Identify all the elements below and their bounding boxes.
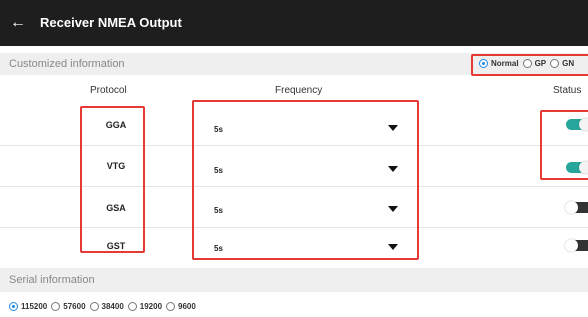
toggle-knob [565,239,578,252]
status-toggle[interactable] [565,201,588,214]
radio-baud-9600[interactable]: 9600 [166,302,196,311]
app-bar: ← Receiver NMEA Output [0,0,588,46]
highlight-box-status [540,110,588,180]
highlight-box-talker [471,54,588,76]
status-toggle[interactable] [565,239,588,252]
page-title: Receiver NMEA Output [40,15,182,30]
back-arrow-icon[interactable]: ← [10,11,34,35]
highlight-box-frequency [192,100,419,260]
radio-indicator[interactable] [9,302,18,311]
highlight-box-protocol [80,106,145,253]
column-header-frequency: Frequency [275,85,323,96]
radio-indicator[interactable] [127,302,137,311]
radio-indicator[interactable] [51,302,61,311]
radio-baud-38400[interactable]: 38400 [89,302,124,311]
column-header-status: Status [553,85,582,96]
customized-label: Customized information [9,58,125,70]
baud-radio-group: 115200 57600 38400 19200 9600 [9,302,200,311]
radio-baud-57600[interactable]: 57600 [51,302,86,311]
radio-baud-19200[interactable]: 19200 [127,302,162,311]
column-header-protocol: Protocol [90,85,127,96]
toggle-knob [565,201,578,214]
radio-indicator[interactable] [89,302,99,311]
serial-label: Serial information [9,274,95,286]
serial-section-header: Serial information [0,268,588,292]
radio-indicator[interactable] [166,302,176,311]
radio-baud-115200[interactable]: 115200 [9,302,47,311]
